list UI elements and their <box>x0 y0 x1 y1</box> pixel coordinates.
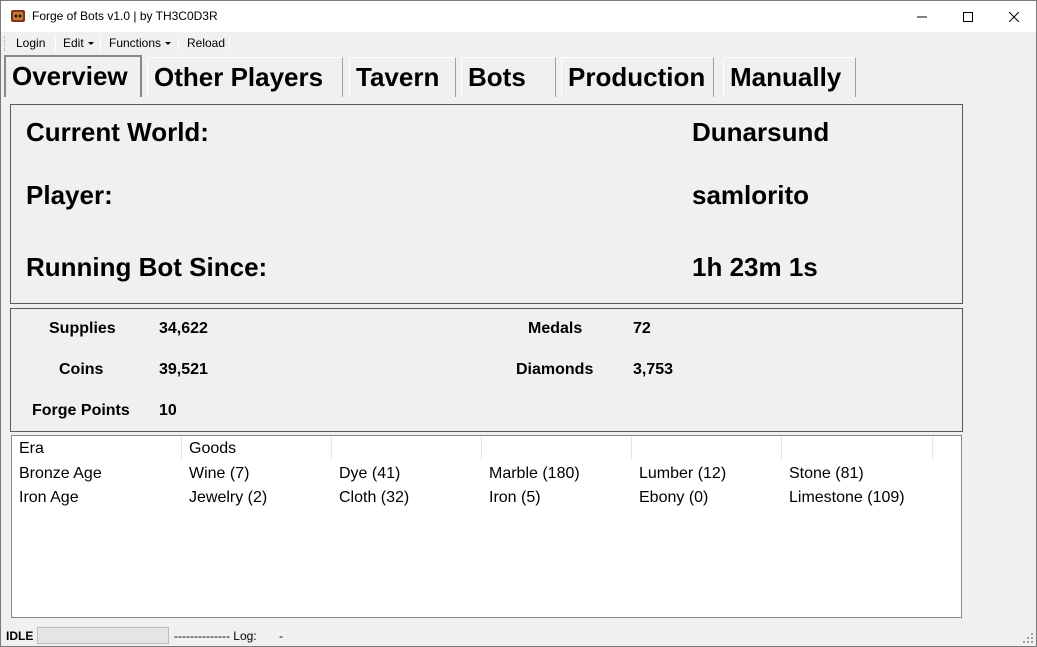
table-cell[interactable]: Cloth (32) <box>339 489 409 507</box>
tab-production[interactable]: Production <box>561 57 714 97</box>
close-button[interactable] <box>991 1 1037 32</box>
tab-other-players[interactable]: Other Players <box>147 57 343 97</box>
minimize-button[interactable] <box>899 1 945 32</box>
toolbar-grip[interactable] <box>4 36 6 51</box>
table-cell[interactable]: Marble (180) <box>489 465 580 483</box>
menu-separator <box>100 37 101 51</box>
status-bar: IDLE -------------- Log: - <box>1 623 1036 646</box>
goods-list-view[interactable]: Era Goods Bronze Age Wine (7) Dye (41) M… <box>11 435 962 618</box>
chevron-down-icon <box>87 42 94 45</box>
menu-reload[interactable]: Reload <box>187 36 225 50</box>
running-since-value: 1h 23m 1s <box>692 252 818 282</box>
table-cell[interactable]: Iron Age <box>19 489 79 507</box>
resize-grip-icon[interactable] <box>1023 633 1033 643</box>
forge-points-label: Forge Points <box>32 402 130 419</box>
menu-separator <box>178 37 179 51</box>
coins-value: 39,521 <box>159 361 208 378</box>
supplies-label: Supplies <box>49 320 116 337</box>
log-prefix: -------------- Log: <box>174 629 257 643</box>
status-state: IDLE <box>6 629 34 643</box>
column-header-goods[interactable]: Goods <box>182 436 332 460</box>
menu-separator <box>229 37 230 51</box>
supplies-value: 34,622 <box>159 320 208 337</box>
tab-overview[interactable]: Overview <box>4 55 142 97</box>
diamonds-label: Diamonds <box>516 361 594 378</box>
title-bar[interactable]: Forge of Bots v1.0 | by TH3C0D3R <box>1 1 1036 32</box>
chevron-down-icon <box>165 42 172 45</box>
table-cell[interactable]: Bronze Age <box>19 465 102 483</box>
medals-value: 72 <box>633 320 651 337</box>
coins-label: Coins <box>59 361 104 378</box>
tab-bots[interactable]: Bots <box>461 57 556 97</box>
tab-tavern[interactable]: Tavern <box>349 57 456 97</box>
table-cell[interactable]: Ebony (0) <box>639 489 708 507</box>
menu-separator <box>55 37 56 51</box>
menu-bar: Login Edit Functions Reload <box>1 32 1036 55</box>
progress-bar <box>37 627 169 644</box>
world-info-panel: Current World: Dunarsund Player: samlori… <box>10 104 963 304</box>
current-world-label: Current World: <box>26 117 209 147</box>
forge-app-icon <box>11 10 25 22</box>
table-cell[interactable]: Stone (81) <box>789 465 864 483</box>
column-header-5[interactable] <box>632 436 782 460</box>
resources-panel: Supplies 34,622 Coins 39,521 Forge Point… <box>10 308 963 432</box>
table-cell[interactable]: Limestone (109) <box>789 489 905 507</box>
diamonds-value: 3,753 <box>633 361 674 378</box>
medals-label: Medals <box>528 320 583 337</box>
player-value: samlorito <box>692 180 810 210</box>
table-cell[interactable]: Jewelry (2) <box>189 489 267 507</box>
maximize-icon <box>963 11 973 22</box>
menu-login[interactable]: Login <box>16 36 45 50</box>
table-cell[interactable]: Wine (7) <box>189 465 249 483</box>
window-title: Forge of Bots v1.0 | by TH3C0D3R <box>32 9 218 23</box>
log-value: - <box>279 629 283 643</box>
column-header-3[interactable] <box>332 436 482 460</box>
tab-manually[interactable]: Manually <box>723 57 856 97</box>
table-cell[interactable]: Lumber (12) <box>639 465 726 483</box>
close-icon <box>1009 11 1019 22</box>
menu-edit-label: Edit <box>63 36 84 50</box>
table-cell[interactable]: Iron (5) <box>489 489 541 507</box>
current-world-value: Dunarsund <box>692 117 830 147</box>
player-label: Player: <box>26 180 113 210</box>
menu-functions[interactable]: Functions <box>109 36 172 50</box>
maximize-button[interactable] <box>945 1 991 32</box>
minimize-icon <box>917 16 927 17</box>
menu-functions-label: Functions <box>109 36 162 50</box>
column-header-4[interactable] <box>482 436 632 460</box>
column-header-6[interactable] <box>782 436 933 460</box>
table-cell[interactable]: Dye (41) <box>339 465 400 483</box>
forge-points-value: 10 <box>159 402 177 419</box>
running-since-label: Running Bot Since: <box>26 252 268 282</box>
column-header-era[interactable]: Era <box>12 436 182 460</box>
menu-edit[interactable]: Edit <box>63 36 94 50</box>
main-window: Forge of Bots v1.0 | by TH3C0D3R Login E… <box>0 0 1037 647</box>
